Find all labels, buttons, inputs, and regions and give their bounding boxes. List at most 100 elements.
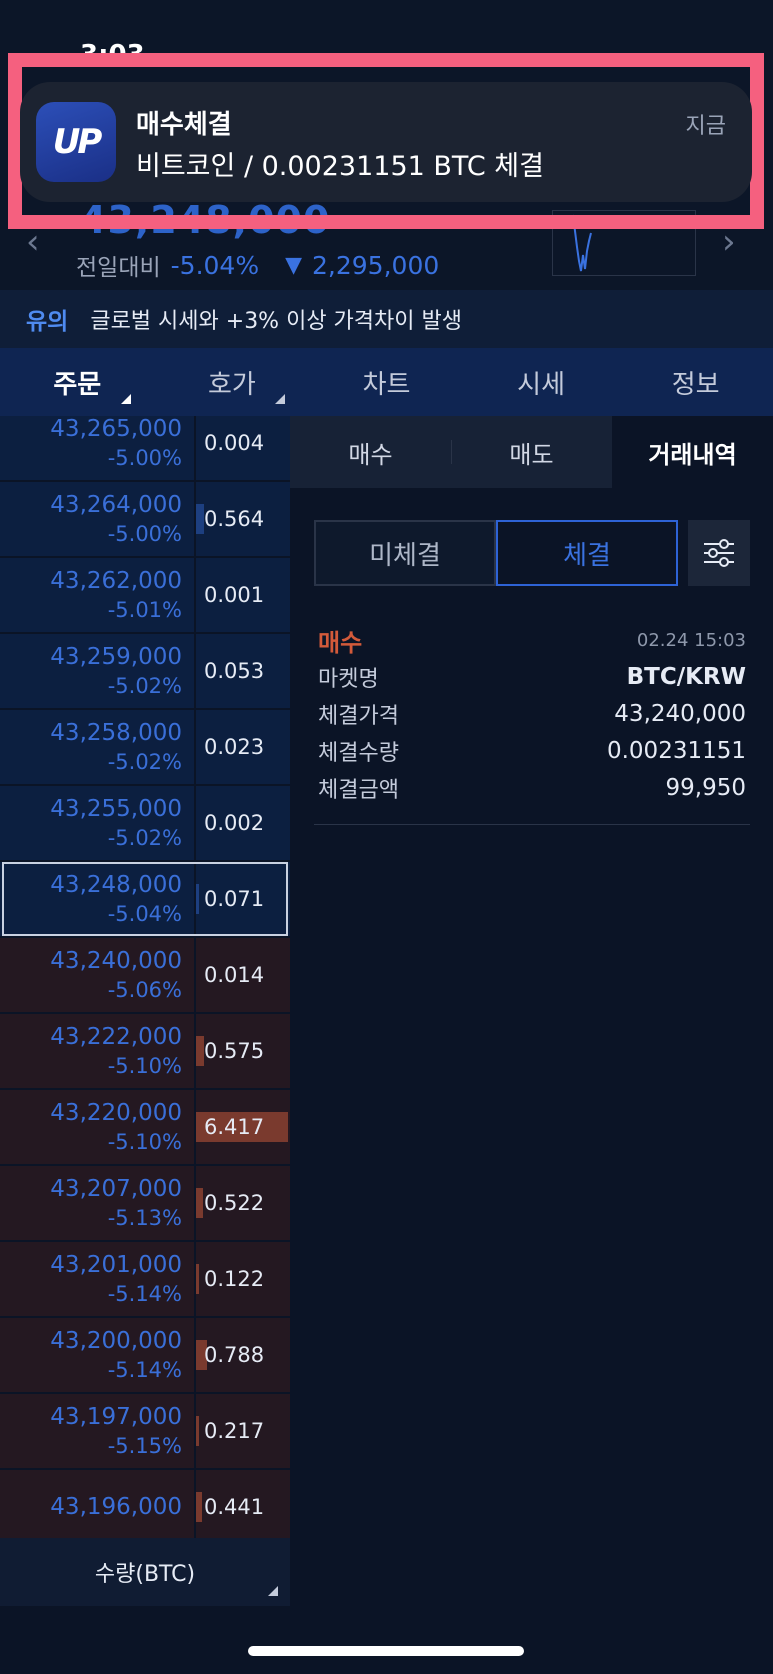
screen: 3:03 43,248,000 ‹ › 전일대비 -5.04% ▼ 2,295,… (0, 0, 773, 1674)
order-price: 43,262,000 (50, 568, 182, 594)
bid-row[interactable]: 43,220,000 -5.10% 6.417 (0, 1090, 290, 1164)
price-cell: 43,220,000 -5.10% (0, 1090, 196, 1164)
price-cell: 43,197,000 -5.15% (0, 1394, 196, 1468)
bid-row[interactable]: 43,200,000 -5.14% 0.788 (0, 1318, 290, 1392)
price-cell: 43,222,000 -5.10% (0, 1014, 196, 1088)
order-rate: -5.02% (107, 826, 182, 850)
price-cell: 43,264,000 -5.00% (0, 482, 196, 556)
bid-row[interactable]: 43,196,000 0.441 (0, 1470, 290, 1538)
depth-bar (196, 1188, 203, 1218)
orderbook[interactable]: 43,265,000 -5.00% 0.004 43,264,000 -5.00% 0.5… (0, 416, 290, 1538)
app-icon-text: UP (52, 122, 103, 162)
trade-row-amount: 체결금액 99,950 (318, 769, 746, 806)
corner-caret-icon (268, 1586, 278, 1596)
price-cell: 43,201,000 -5.14% (0, 1242, 196, 1316)
tab-orderbook[interactable]: 호가 (155, 348, 310, 416)
tab-quotes[interactable]: 시세 (464, 348, 619, 416)
trade-timestamp: 02.24 15:03 (636, 629, 746, 651)
order-price: 43,222,000 (50, 1024, 182, 1050)
price-cell: 43,248,000 -5.04% (0, 862, 196, 936)
tab-order[interactable]: 주문 (0, 348, 155, 416)
bid-row[interactable]: 43,240,000 -5.06% 0.014 (0, 938, 290, 1012)
trade-row-label: 마켓명 (318, 666, 379, 692)
ask-row[interactable]: 43,262,000 -5.01% 0.001 (0, 558, 290, 632)
quantity-unit-selector[interactable]: 수량(BTC) (0, 1538, 290, 1606)
quantity-cell: 0.071 (196, 862, 290, 936)
quantity-cell: 0.122 (196, 1242, 290, 1316)
quantity-cell: 0.575 (196, 1014, 290, 1088)
order-quantity: 0.441 (204, 1495, 265, 1519)
down-arrow-icon: ▼ (285, 252, 303, 278)
bid-row[interactable]: 43,207,000 -5.13% 0.522 (0, 1166, 290, 1240)
price-cell: 43,262,000 -5.01% (0, 558, 196, 632)
tab-sell[interactable]: 매도 (451, 416, 612, 488)
order-quantity: 0.122 (204, 1267, 265, 1291)
segment-unfilled[interactable]: 미체결 (314, 520, 496, 586)
home-indicator[interactable] (248, 1646, 524, 1656)
ask-row[interactable]: 43,255,000 -5.02% 0.002 (0, 786, 290, 860)
quantity-cell: 0.788 (196, 1318, 290, 1392)
order-panel-tabs: 매수 매도 거래내역 (290, 416, 773, 488)
tab-buy[interactable]: 매수 (290, 416, 451, 488)
price-cell: 43,240,000 -5.06% (0, 938, 196, 1012)
trade-row-label: 체결금액 (318, 777, 399, 803)
order-rate: -5.10% (107, 1054, 182, 1078)
order-rate: -5.06% (107, 978, 182, 1002)
ask-row[interactable]: 43,258,000 -5.02% 0.023 (0, 710, 290, 784)
push-notification[interactable]: UP 매수체결 비트코인 / 0.00231151 BTC 체결 지금 (20, 82, 752, 202)
tab-history[interactable]: 거래내역 (612, 416, 773, 488)
quantity-cell: 0.441 (196, 1470, 290, 1538)
trade-record[interactable]: 매수 02.24 15:03 마켓명 BTC/KRW 체결가격 43,240,0… (318, 622, 746, 806)
order-price: 43,196,000 (50, 1494, 182, 1520)
ask-row[interactable]: 43,265,000 -5.00% 0.004 (0, 416, 290, 480)
order-price: 43,197,000 (50, 1404, 182, 1430)
notification-title: 매수체결 (136, 110, 232, 140)
depth-bar (196, 1492, 202, 1522)
quantity-cell: 0.217 (196, 1394, 290, 1468)
tab-label: 호가 (207, 369, 256, 400)
ask-row[interactable]: 43,264,000 -5.00% 0.564 (0, 482, 290, 556)
order-rate: -5.02% (107, 750, 182, 774)
order-price: 43,264,000 (50, 492, 182, 518)
order-price: 43,265,000 (50, 416, 182, 442)
upbit-app-icon: UP (36, 102, 116, 182)
order-rate: -5.02% (107, 674, 182, 698)
sliders-icon[interactable] (688, 520, 750, 586)
order-rate: -5.01% (107, 598, 182, 622)
change-percent: -5.04% (170, 250, 260, 280)
quantity-cell: 6.417 (196, 1090, 290, 1164)
quantity-cell: 0.001 (196, 558, 290, 632)
price-cell: 43,200,000 -5.14% (0, 1318, 196, 1392)
trade-row-value: BTC/KRW (626, 663, 746, 690)
corner-caret-icon (120, 394, 131, 404)
order-quantity: 0.522 (204, 1191, 265, 1215)
order-quantity: 0.002 (204, 811, 265, 835)
order-rate: -5.00% (107, 446, 182, 470)
tab-chart[interactable]: 차트 (309, 348, 464, 416)
depth-bar (196, 1264, 199, 1294)
segment-filled[interactable]: 체결 (496, 520, 678, 586)
order-quantity: 0.004 (204, 431, 265, 455)
order-rate: -5.10% (107, 1130, 182, 1154)
order-rate: -5.14% (107, 1282, 182, 1306)
order-rate: -5.13% (107, 1206, 182, 1230)
quantity-cell: 0.053 (196, 634, 290, 708)
price-cell: 43,255,000 -5.02% (0, 786, 196, 860)
notice-bar[interactable]: 유의 글로벌 시세와 +3% 이상 가격차이 발생 (0, 290, 773, 348)
notice-tag: 유의 (26, 309, 69, 335)
ask-row[interactable]: 43,259,000 -5.02% 0.053 (0, 634, 290, 708)
depth-bar (196, 1416, 199, 1446)
ask-row[interactable]: 43,248,000 -5.04% 0.071 (0, 862, 290, 936)
order-price: 43,255,000 (50, 796, 182, 822)
quantity-cell: 0.002 (196, 786, 290, 860)
tab-info[interactable]: 정보 (618, 348, 773, 416)
order-price: 43,201,000 (50, 1252, 182, 1278)
tab-label: 시세 (517, 369, 565, 400)
trade-header: 매수 02.24 15:03 (318, 622, 746, 658)
bid-row[interactable]: 43,201,000 -5.14% 0.122 (0, 1242, 290, 1316)
notification-body: 비트코인 / 0.00231151 BTC 체결 (136, 151, 544, 182)
bid-row[interactable]: 43,222,000 -5.10% 0.575 (0, 1014, 290, 1088)
corner-caret-icon (275, 394, 286, 404)
bid-row[interactable]: 43,197,000 -5.15% 0.217 (0, 1394, 290, 1468)
notification-time: 지금 (685, 114, 726, 139)
